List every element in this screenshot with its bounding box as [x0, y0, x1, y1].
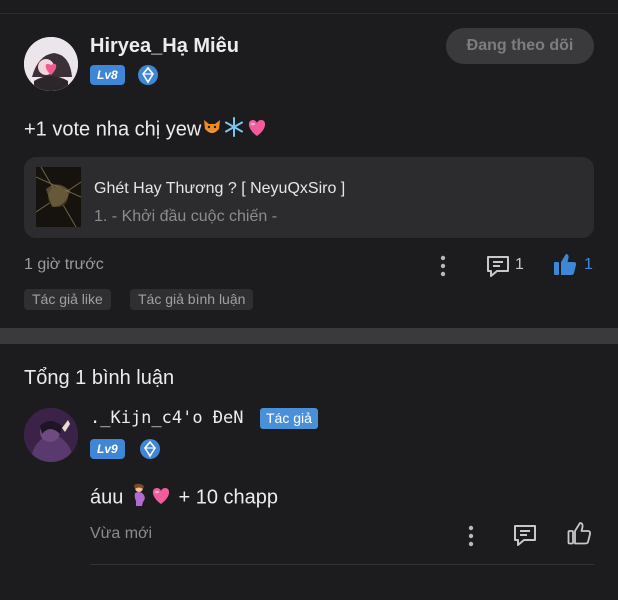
reply-like-thumbs-up-icon[interactable] — [566, 520, 592, 551]
section-divider — [0, 328, 618, 344]
following-button[interactable]: Đang theo dõi — [446, 28, 594, 64]
pregnant-woman-emoji-icon — [129, 483, 149, 513]
reply-text: áuu + 10 chapp — [90, 483, 278, 513]
author-badge: Tác giả — [260, 408, 318, 429]
post-comment-text: +1 vote nha chị yew — [24, 116, 269, 144]
user-avatar[interactable] — [24, 37, 78, 91]
reply-username[interactable]: ._Kijn_c4'o ĐeN — [90, 408, 244, 428]
pink-heart-emoji-icon — [245, 116, 269, 144]
fox-emoji-icon — [201, 116, 223, 144]
post-time: 1 giờ trước — [24, 256, 104, 273]
reply-comment-icon[interactable] — [485, 253, 511, 284]
reply-user-avatar[interactable] — [24, 408, 78, 462]
like-count: 1 — [584, 256, 593, 273]
top-divider — [0, 13, 618, 14]
reply-level-badge: Lv9 — [90, 439, 125, 459]
reply-divider — [90, 564, 594, 565]
story-card[interactable]: Ghét Hay Thương ? [ NeyuQxSiro ] 1. - Kh… — [24, 157, 594, 238]
post-username[interactable]: Hiryea_Hạ Miêu — [90, 35, 239, 58]
reply-time: Vừa mới — [90, 525, 153, 542]
more-options-icon[interactable] — [436, 254, 450, 283]
reply-text-before: áuu — [90, 486, 124, 509]
reply-more-options-icon[interactable] — [464, 524, 478, 553]
reply-text-after: + 10 chapp — [178, 486, 279, 509]
level-badge: Lv8 — [90, 65, 125, 85]
reply-count: 1 — [515, 256, 524, 273]
story-cover-image — [36, 167, 81, 227]
story-title: Ghét Hay Thương ? [ NeyuQxSiro ] — [94, 180, 346, 197]
total-comments-label: Tổng 1 bình luận — [24, 367, 175, 389]
tag-author-comment: Tác giả bình luận — [130, 289, 254, 310]
reply-pink-heart-emoji-icon — [149, 484, 173, 512]
story-chapter: 1. - Khởi đầu cuộc chiến - — [94, 208, 278, 225]
comment-text-content: +1 vote nha chị yew — [24, 118, 202, 141]
reply-comment-icon-2[interactable] — [512, 522, 538, 553]
tag-author-like: Tác giả like — [24, 289, 111, 310]
reply-diamond-badge-icon — [140, 439, 160, 459]
diamond-badge-icon — [138, 65, 158, 85]
snowflake-emoji-icon — [223, 116, 245, 144]
like-thumbs-up-icon[interactable] — [552, 251, 578, 282]
